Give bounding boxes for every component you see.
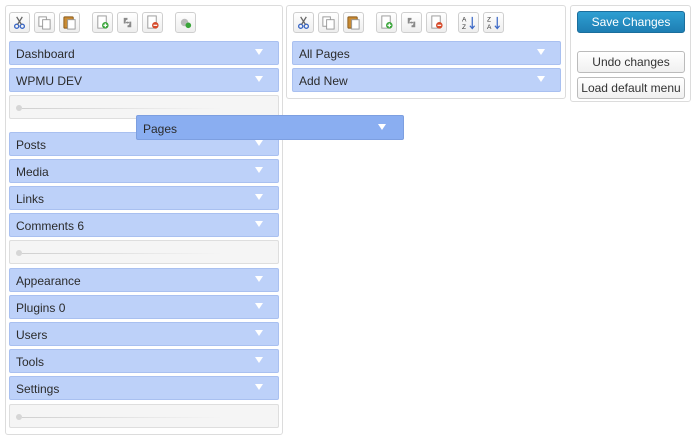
svg-text:A: A (487, 24, 492, 30)
new-menu-icon (97, 15, 109, 29)
submenu-item-all-pages[interactable]: All Pages (292, 41, 561, 65)
delete-button[interactable] (142, 12, 163, 33)
menu-item-links[interactable]: Links (9, 186, 279, 210)
delete-icon (147, 15, 159, 29)
new-item-button[interactable] (376, 12, 397, 33)
load-default-menu-button[interactable]: Load default menu (577, 77, 685, 99)
new-separator-icon (123, 17, 132, 28)
expand-arrow-icon[interactable] (537, 76, 545, 82)
cut-button[interactable] (9, 12, 30, 33)
menu-item-plugins[interactable]: Plugins 0 (9, 295, 279, 319)
cut-icon (13, 16, 26, 29)
expand-arrow-icon[interactable] (255, 384, 263, 390)
menu-item-label: WPMU DEV (16, 74, 82, 88)
expand-arrow-icon[interactable] (255, 49, 263, 55)
expand-arrow-icon[interactable] (255, 221, 263, 227)
menu-item-label: Appearance (16, 274, 81, 288)
expand-arrow-icon[interactable] (255, 76, 263, 82)
paste-icon (63, 16, 76, 30)
undo-changes-button[interactable]: Undo changes (577, 51, 685, 73)
menu-item-dashboard[interactable]: Dashboard (9, 41, 279, 65)
submenu-item-label: All Pages (299, 47, 350, 61)
sort-descending-icon: Z A (487, 17, 501, 30)
menu-item-comments[interactable]: Comments 6 (9, 213, 279, 237)
expand-arrow-icon[interactable] (255, 357, 263, 363)
menu-item-label: Comments 6 (16, 219, 85, 233)
menu-item-appearance[interactable]: Appearance (9, 268, 279, 292)
separator-line (22, 253, 222, 254)
expand-arrow-icon[interactable] (255, 194, 263, 200)
menu-item-label: Plugins 0 (16, 301, 66, 315)
svg-text:A: A (462, 17, 467, 24)
submenu-item-add-new[interactable]: Add New (292, 68, 561, 92)
menu-separator[interactable] (9, 404, 279, 428)
menu-separator[interactable] (9, 240, 279, 264)
menu-item-label: Posts (16, 138, 47, 152)
hide-button[interactable] (175, 12, 196, 33)
menu-item-label: Pages (143, 122, 178, 136)
copy-button[interactable] (34, 12, 55, 33)
paste-button[interactable] (59, 12, 80, 33)
new-separator-button[interactable] (117, 12, 138, 33)
actions-panel: Save Changes Undo changes Load default m… (570, 5, 691, 102)
new-separator-button[interactable] (401, 12, 422, 33)
menu-item-label: Media (16, 165, 49, 179)
expand-arrow-icon[interactable] (255, 167, 263, 173)
expand-arrow-icon[interactable] (255, 330, 263, 336)
new-menu-button[interactable] (92, 12, 113, 33)
new-separator-icon (407, 17, 416, 28)
submenu-item-label: Add New (299, 74, 348, 88)
paste-button[interactable] (343, 12, 364, 33)
menu-item-label: Links (16, 192, 45, 206)
expand-arrow-icon[interactable] (255, 303, 263, 309)
cut-icon (297, 16, 310, 29)
expand-arrow-icon[interactable] (255, 276, 263, 282)
sort-ascending-icon: A Z (462, 17, 476, 30)
svg-text:Z: Z (487, 17, 491, 24)
dragging-menu-item-pages[interactable]: Pages (136, 115, 404, 140)
delete-icon (431, 15, 443, 29)
copy-button[interactable] (318, 12, 339, 33)
menu-item-settings[interactable]: Settings (9, 376, 279, 400)
delete-button[interactable] (426, 12, 447, 33)
separator-line (22, 417, 222, 418)
expand-arrow-icon[interactable] (378, 124, 386, 130)
paste-icon (347, 16, 360, 30)
sort-ascending-button[interactable]: A Z (458, 12, 479, 33)
menu-item-label: Settings (16, 382, 60, 396)
menu-item-tools[interactable]: Tools (9, 349, 279, 373)
menu-item-label: Dashboard (16, 47, 75, 61)
menu-item-label: Tools (16, 355, 45, 369)
copy-icon (322, 16, 335, 30)
menu-item-wpmu-dev[interactable]: WPMU DEV (9, 68, 279, 92)
separator-line (22, 108, 222, 109)
menu-editor-panel: Dashboard WPMU DEV Posts Media Links Com… (5, 5, 283, 435)
expand-arrow-icon[interactable] (537, 49, 545, 55)
submenu-editor-panel: A Z Z A All Pages Add New (286, 5, 566, 99)
menu-item-label: Users (16, 328, 48, 342)
sort-descending-button[interactable]: Z A (483, 12, 504, 33)
new-item-icon (381, 15, 393, 29)
hide-icon (180, 18, 192, 29)
cut-button[interactable] (293, 12, 314, 33)
menu-item-media[interactable]: Media (9, 159, 279, 183)
menu-item-users[interactable]: Users (9, 322, 279, 346)
svg-text:Z: Z (462, 24, 466, 30)
save-changes-button[interactable]: Save Changes (577, 11, 685, 33)
copy-icon (38, 16, 51, 30)
expand-arrow-icon[interactable] (255, 140, 263, 146)
